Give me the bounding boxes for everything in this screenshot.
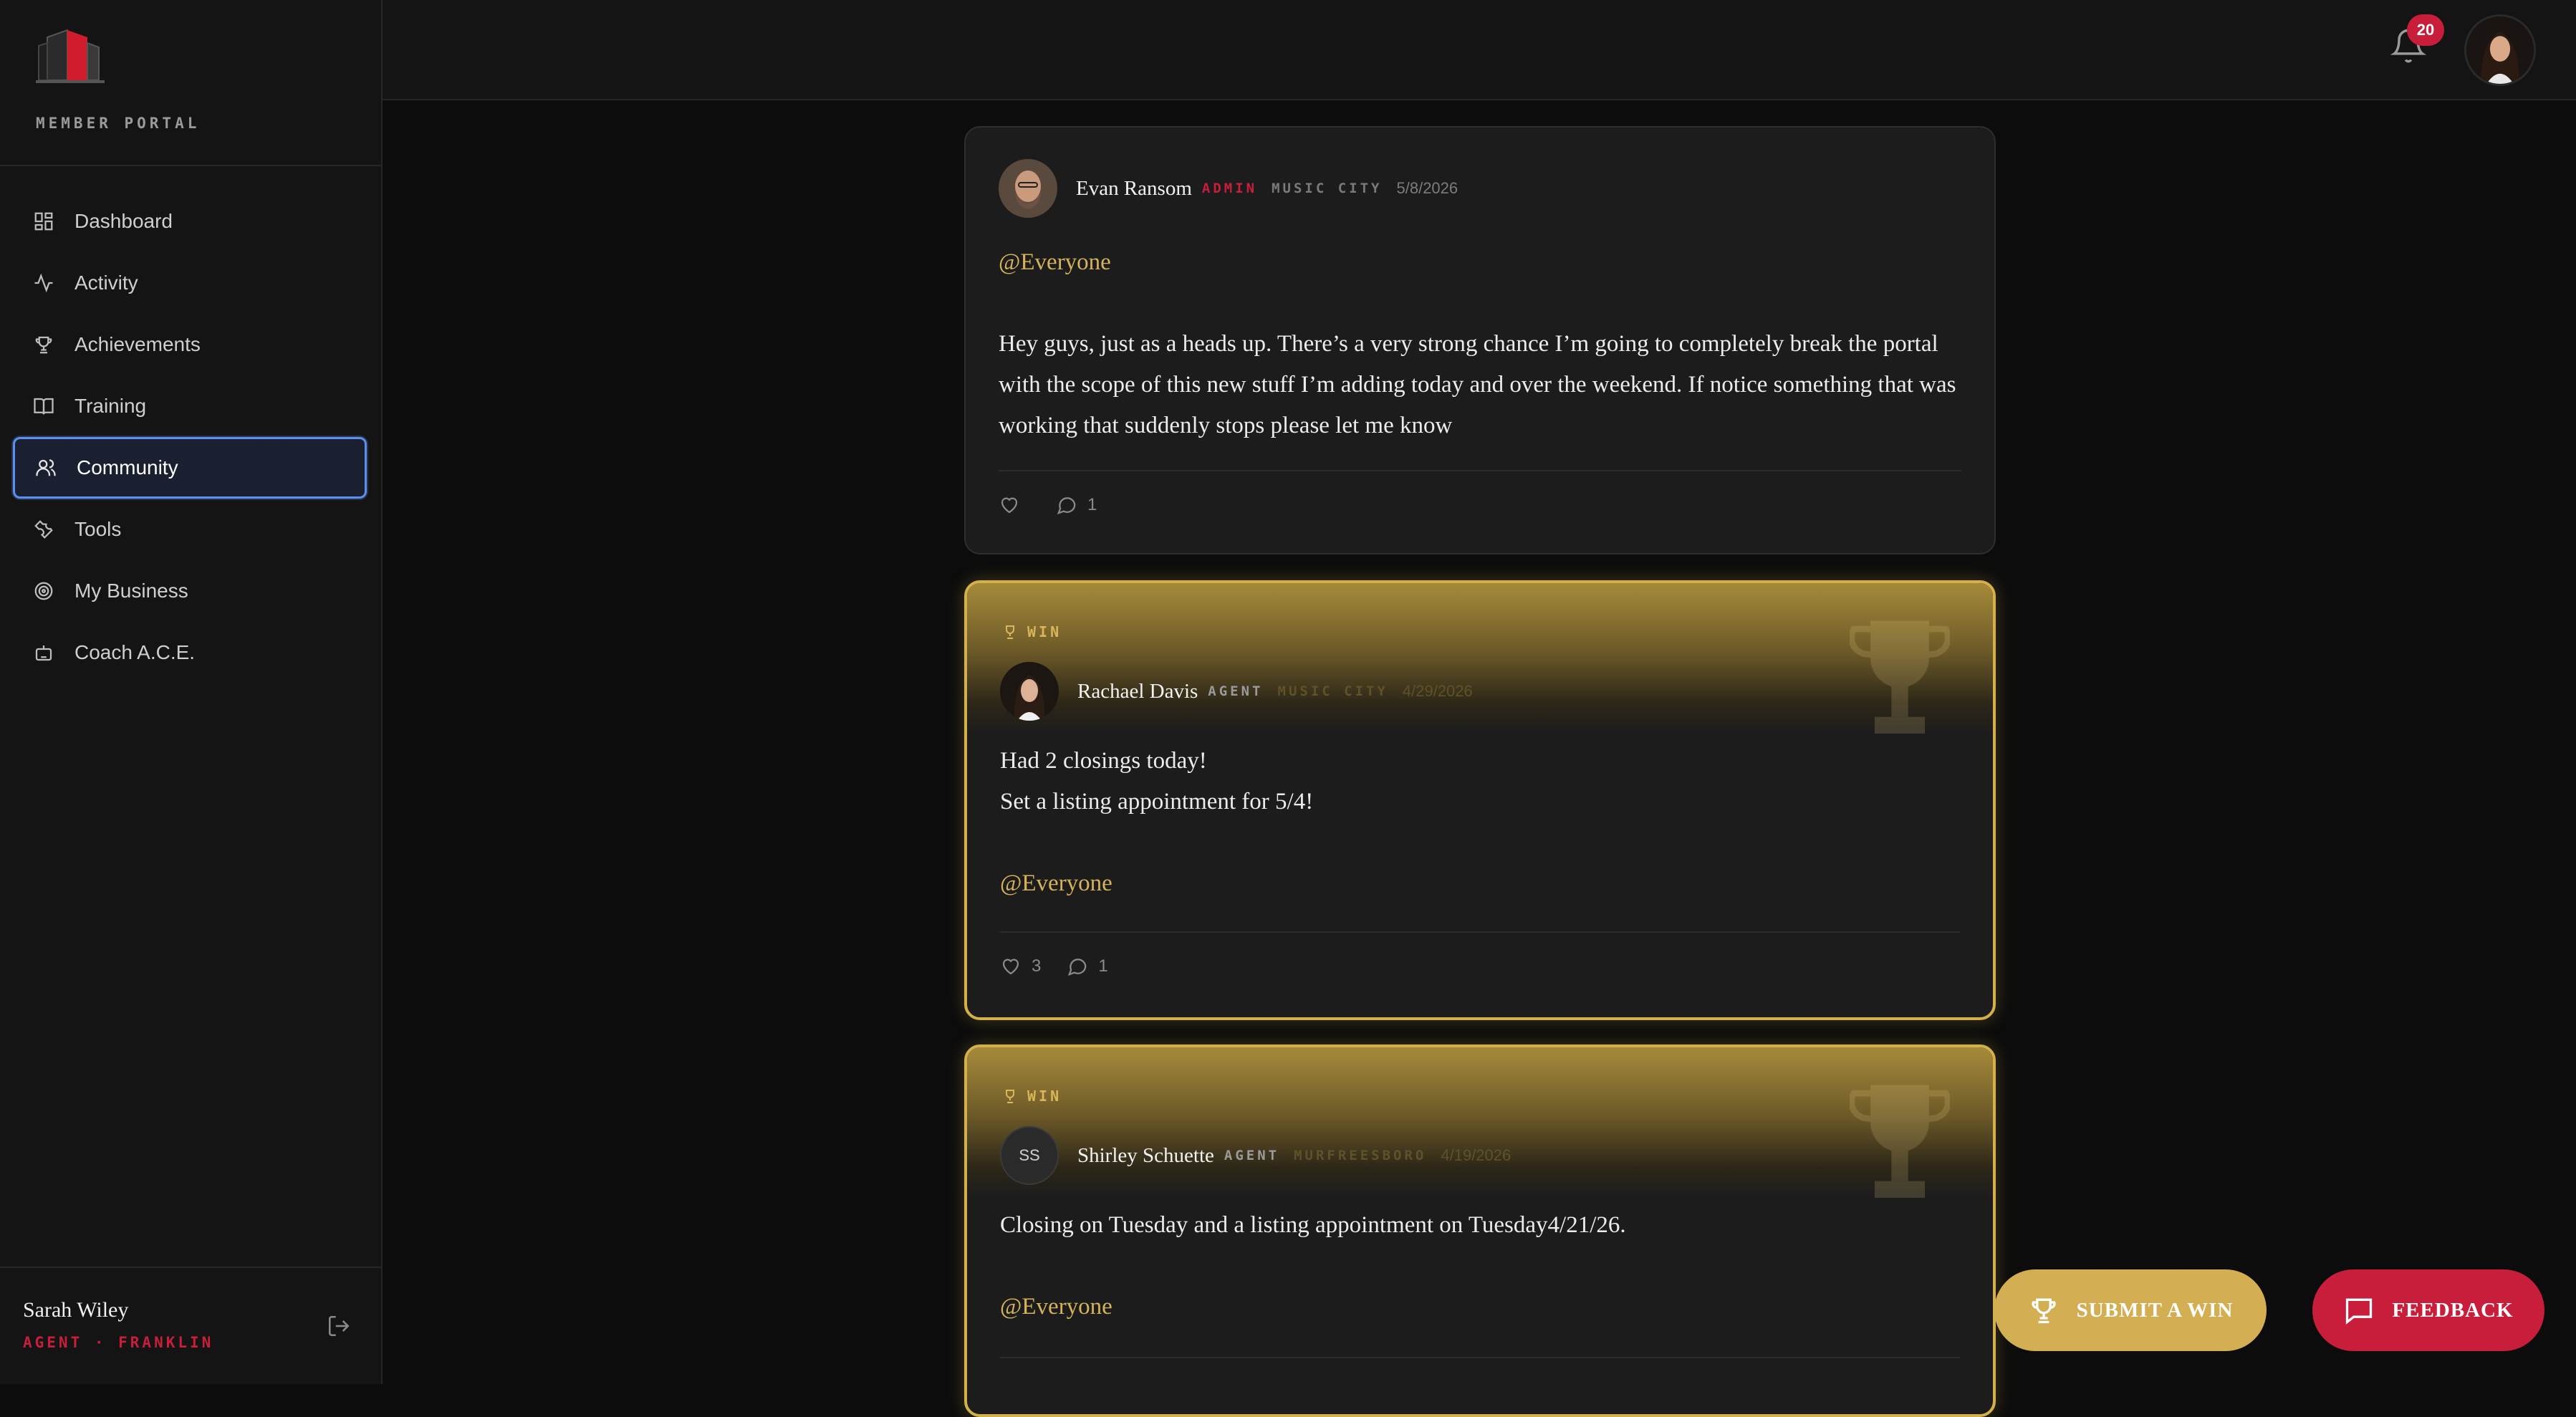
trophy-icon [2031,1298,2056,1324]
post-divider [1000,931,1960,933]
post-text: Closing on Tuesday and a listing appoint… [1000,1212,1626,1238]
sidebar-item-label: My Business [75,580,188,602]
sidebar-item-my-business[interactable]: My Business [13,560,367,622]
post-text-line: Set a listing appointment for 5/4! [1000,789,1314,815]
author-role-badge: AGENT [1224,1148,1280,1163]
comment-icon [1057,497,1076,515]
post-divider [999,470,1961,471]
mention-link[interactable]: @Everyone [1000,863,1960,904]
brand-logo[interactable] [34,24,106,86]
author-avatar-initials[interactable]: SS [1000,1126,1059,1185]
current-user-role: AGENT · FRANKLIN [23,1334,214,1351]
mention-link[interactable]: @Everyone [999,242,1961,283]
sidebar-item-label: Tools [75,518,122,540]
win-tag: WIN [1001,623,1062,640]
sidebar-item-training[interactable]: Training [13,375,367,437]
book-icon [34,398,54,415]
sidebar-item-label: Training [75,395,147,417]
sidebar-footer-divider [0,1267,381,1268]
post-date: 5/8/2026 [1396,179,1458,197]
trophy-icon [35,336,52,354]
trophy-icon [1006,625,1014,639]
wrench-icon [34,520,53,539]
post-card: Evan Ransom ADMIN MUSIC CITY 5/8/2026 @E… [964,126,1996,554]
post-body: Had 2 closings today! Set a listing appo… [1000,741,1960,904]
trophy-icon [1006,1090,1014,1103]
sidebar-item-dashboard[interactable]: Dashboard [13,191,367,252]
win-tag-label: WIN [1027,1087,1062,1105]
sidebar: MEMBER PORTAL Dashboard Activity Achieve… [0,0,383,1384]
message-square-icon [2346,1298,2373,1325]
notification-count-badge[interactable]: 20 [2407,14,2444,46]
sidebar-item-community[interactable]: Community [13,437,367,499]
post-text-line: Had 2 closings today! [1000,748,1207,774]
comment-icon [1068,959,1087,976]
mention-link[interactable]: @Everyone [1000,1287,1960,1327]
dashboard-icon [34,212,53,231]
post-actions: 1 [999,494,1123,516]
comment-button[interactable]: 1 [1056,494,1097,516]
submit-win-label: SUBMIT A WIN [2076,1298,2234,1322]
sidebar-item-achievements[interactable]: Achievements [13,314,367,375]
sidebar-item-activity[interactable]: Activity [13,252,367,314]
users-icon [36,459,56,476]
bot-icon [35,645,52,661]
post-body: Closing on Tuesday and a listing appoint… [1000,1205,1960,1327]
sidebar-item-tools[interactable]: Tools [13,499,367,560]
author-avatar[interactable] [999,159,1057,218]
post-body: @Everyone Hey guys, just as a heads up. … [999,242,1961,446]
post-header: SS Shirley Schuette AGENT MURFREESBORO 4… [1000,1126,1511,1185]
post-header: Evan Ransom ADMIN MUSIC CITY 5/8/2026 [999,159,1458,218]
author-role-badge: AGENT [1208,683,1264,699]
comment-count: 1 [1087,495,1097,514]
sidebar-nav: Dashboard Activity Achievements Training… [13,191,367,683]
author-role-badge: ADMIN [1201,181,1258,196]
feedback-label: FEEDBACK [2392,1298,2514,1322]
post-header: Rachael Davis AGENT MUSIC CITY 4/29/2026 [1000,662,1473,721]
activity-icon [34,273,53,293]
sidebar-item-label: Dashboard [75,210,173,232]
portal-label: MEMBER PORTAL [36,115,201,132]
top-bar [383,0,2576,100]
author-avatar[interactable] [1000,662,1059,721]
author-name[interactable]: Rachael Davis [1077,680,1198,703]
like-button[interactable] [999,494,1030,516]
sidebar-item-label: Achievements [75,333,201,355]
author-name[interactable]: Shirley Schuette [1077,1144,1214,1168]
win-post-card: WIN SS Shirley Schuette AGENT MURFREESBO… [964,1044,1996,1417]
comment-count: 1 [1098,956,1108,976]
sidebar-item-label: Community [77,456,178,479]
like-count: 3 [1032,956,1042,976]
feedback-button[interactable]: FEEDBACK [2312,1269,2544,1351]
author-office: MUSIC CITY [1272,181,1383,196]
sidebar-divider [0,165,381,166]
target-icon [34,582,53,600]
sidebar-item-label: Activity [75,272,138,294]
current-user-name: Sarah Wiley [23,1298,129,1322]
author-office: MURFREESBORO [1294,1148,1427,1163]
win-tag-label: WIN [1027,623,1062,640]
post-date: 4/19/2026 [1441,1146,1512,1164]
heart-icon [1001,497,1018,514]
comment-button[interactable]: 1 [1067,956,1108,977]
sidebar-item-coach-ace[interactable]: Coach A.C.E. [13,622,367,683]
heart-icon [1002,959,1019,975]
logout-icon[interactable] [327,1314,351,1338]
sidebar-item-label: Coach A.C.E. [75,641,196,663]
post-date: 4/29/2026 [1402,682,1473,700]
post-actions: 3 1 [1000,956,1134,977]
win-post-card: WIN Rachael Davis AGENT MUSIC CITY 4/29/… [964,580,1996,1020]
post-text: Hey guys, just as a heads up. There’s a … [999,331,1956,438]
like-button[interactable]: 3 [1000,956,1041,977]
trophy-watermark-icon [1850,620,1950,734]
author-name[interactable]: Evan Ransom [1076,177,1192,201]
win-tag: WIN [1001,1087,1062,1105]
post-divider [1000,1357,1960,1358]
submit-win-button[interactable]: SUBMIT A WIN [1994,1269,2267,1351]
trophy-watermark-icon [1850,1085,1950,1198]
author-office: MUSIC CITY [1277,683,1388,699]
user-avatar[interactable] [2464,14,2536,86]
